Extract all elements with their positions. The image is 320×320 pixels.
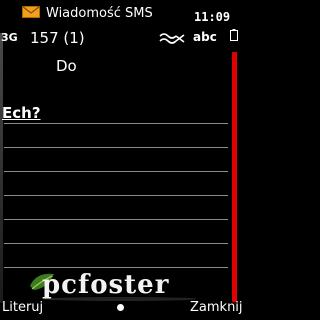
center-softkey[interactable] xyxy=(117,304,124,311)
network-indicator: 3G xyxy=(1,31,18,44)
ruled-line xyxy=(4,195,228,196)
ruled-line xyxy=(4,219,228,220)
envelope-icon xyxy=(22,6,40,18)
character-counter: 157 (1) xyxy=(30,29,85,47)
right-softkey[interactable]: Zamknij xyxy=(190,300,243,316)
message-text: Ech? xyxy=(2,104,41,122)
clock: 11:09 xyxy=(194,10,231,24)
link-icon xyxy=(159,33,185,44)
message-editor[interactable]: Ech? xyxy=(2,104,228,294)
app-title: Wiadomość SMS xyxy=(46,6,153,21)
ruled-line xyxy=(4,243,228,244)
ruled-line xyxy=(4,123,228,124)
battery-icon xyxy=(230,29,238,41)
ruled-line xyxy=(4,171,228,172)
input-mode-indicator: abc xyxy=(193,30,217,44)
ruled-line xyxy=(4,147,228,148)
status-bar: Wiadomość SMS 11:09 xyxy=(0,0,240,26)
scrollbar-thumb[interactable] xyxy=(232,52,237,302)
left-softkey[interactable]: Literuj xyxy=(2,300,43,316)
recipient-field[interactable]: Do xyxy=(56,57,77,75)
watermark-text: pcfoster xyxy=(42,270,170,300)
